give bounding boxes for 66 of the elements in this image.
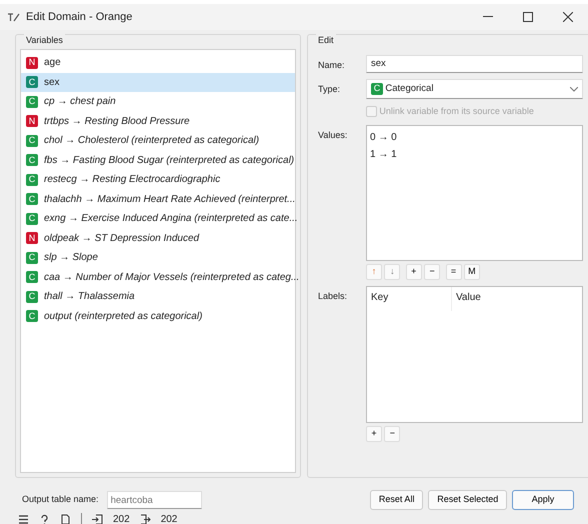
column-header: Key <box>367 286 452 310</box>
help-icon[interactable] <box>39 514 50 524</box>
type-icon: C <box>26 212 38 225</box>
variable-name[interactable]: thall → Thalassemia <box>44 289 135 304</box>
selected-row-highlight[interactable]: C sex <box>21 72 295 92</box>
menu-icon[interactable] <box>18 514 29 524</box>
tool-button[interactable]: + <box>366 426 382 442</box>
caret-icon <box>570 86 578 92</box>
tool-button[interactable]: + <box>406 264 422 280</box>
window-title: Edit Domain - Orange <box>26 10 132 25</box>
value-item[interactable]: 0 → 0 <box>370 130 579 146</box>
column-header: Value <box>455 290 482 304</box>
variable-name[interactable]: sex <box>44 74 60 90</box>
value-item[interactable]: 1 → 1 <box>370 146 579 164</box>
name-field[interactable]: sex <box>366 55 583 73</box>
output-name-field[interactable]: heartcoba <box>106 491 202 509</box>
input-icon[interactable] <box>92 514 103 524</box>
variable-name[interactable]: trtbps → Resting Blood Pressure <box>44 114 190 129</box>
tool-button[interactable]: − <box>384 426 400 442</box>
type-icon: N <box>26 115 38 128</box>
output-name-label: Output table name: <box>22 493 99 506</box>
variable-name[interactable]: cp → chest pain <box>44 94 116 110</box>
tool-button[interactable]: = <box>446 264 462 280</box>
output-icon[interactable] <box>140 514 151 524</box>
variable-name[interactable]: output (reinterpreted as categorical) <box>44 308 202 324</box>
input-count: 202 <box>113 512 130 524</box>
type-icon: C <box>26 76 38 88</box>
output-count: 202 <box>160 512 178 524</box>
type-icon: C <box>26 271 38 284</box>
app-logo-icon <box>8 12 20 22</box>
close-icon[interactable] <box>563 12 573 22</box>
type-icon: C <box>26 252 38 264</box>
variable-name[interactable]: age <box>44 55 61 70</box>
tool-button[interactable]: ↓ <box>384 264 400 280</box>
field-label: Values: <box>318 128 348 142</box>
type-icon: N <box>26 232 38 244</box>
minimize-icon[interactable] <box>483 16 493 18</box>
document-icon[interactable] <box>60 514 71 524</box>
action-button[interactable]: Apply <box>512 490 574 510</box>
variable-name[interactable]: restecg → Resting Electrocardiographic <box>44 172 220 188</box>
tool-button[interactable]: M <box>464 264 480 280</box>
type-icon: C <box>26 134 38 147</box>
field-label: Name: <box>318 59 346 72</box>
type-icon: C <box>26 290 38 303</box>
field-label: Labels: <box>318 290 348 302</box>
type-icon: C <box>26 154 38 166</box>
type-icon: N <box>26 56 38 69</box>
action-button[interactable]: Reset All <box>370 490 424 510</box>
variable-name[interactable]: fbs → Fasting Blood Sugar (reinterpreted as categorical) <box>44 152 294 168</box>
type-icon: C <box>26 96 38 108</box>
type-icon: C <box>26 174 38 186</box>
type-icon: C <box>371 83 383 95</box>
action-button[interactable]: Reset Selected <box>428 490 508 510</box>
field-label: Type: <box>318 83 342 96</box>
tool-button[interactable]: − <box>424 264 440 280</box>
maximize-icon[interactable] <box>523 12 533 22</box>
variable-name[interactable]: caa → Number of Major Vessels (reinterpreted as categ... <box>44 270 300 285</box>
type-icon: C <box>26 193 38 206</box>
checkbox-label: Unlink variable from its source variable <box>379 105 534 118</box>
type-icon: C <box>26 310 38 322</box>
type-dropdown[interactable]: C Categorical <box>366 79 583 99</box>
variable-name[interactable]: slp → Slope <box>44 250 98 266</box>
variable-name[interactable]: chol → Cholesterol (reinterpreted as categorical) <box>44 133 260 148</box>
variable-name[interactable]: exng → Exercise Induced Angina (reinterpreted as cate... <box>44 211 298 226</box>
variable-name[interactable]: oldpeak → ST Depression Induced <box>44 230 200 246</box>
variable-name[interactable]: thalachh → Maximum Heart Rate Achieved (reinterpret... <box>44 192 296 207</box>
